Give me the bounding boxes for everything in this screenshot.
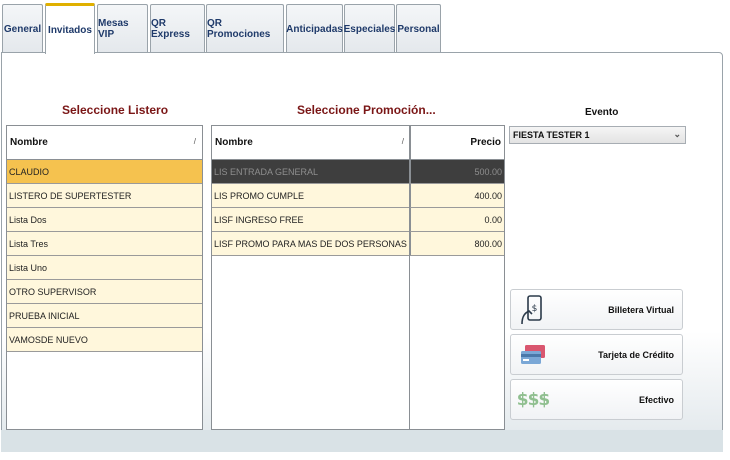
efectivo-button[interactable]: $$$ Efectivo bbox=[510, 379, 683, 420]
promocion-nombre-cell: LIS ENTRADA GENERAL bbox=[214, 166, 319, 177]
listero-cell: Lista Uno bbox=[9, 262, 48, 273]
cash-glyph: $$$ bbox=[516, 389, 550, 410]
tab-especiales[interactable]: Especiales bbox=[344, 4, 395, 53]
tarjeta-credito-label: Tarjeta de Crédito bbox=[598, 349, 674, 360]
billetera-virtual-button[interactable]: $ Billetera Virtual bbox=[510, 289, 683, 330]
promocion-title: Seleccione Promoción... bbox=[297, 103, 436, 117]
promocion-row[interactable]: LISF PROMO PARA MAS DE DOS PERSONAS 800.… bbox=[212, 232, 504, 256]
promocion-nombre-cell: LISF PROMO PARA MAS DE DOS PERSONAS bbox=[214, 238, 407, 249]
promocion-row[interactable]: LISF INGRESO FREE 0.00 bbox=[212, 208, 504, 232]
listero-row[interactable]: VAMOSDE NUEVO bbox=[7, 328, 202, 352]
promocion-precio-cell: 800.00 bbox=[410, 232, 504, 255]
column-header-nombre[interactable]: Nombre / bbox=[7, 126, 202, 159]
listero-cell: PRUEBA INICIAL bbox=[9, 310, 80, 321]
phone-payment-icon: $ bbox=[515, 293, 551, 327]
listero-cell: VAMOSDE NUEVO bbox=[9, 334, 88, 345]
listero-cell: OTRO SUPERVISOR bbox=[9, 286, 97, 297]
credit-card-icon bbox=[515, 338, 551, 372]
chevron-down-icon: ⌄ bbox=[673, 129, 681, 139]
promocion-grid: Nombre / Precio LIS ENTRADA GENERAL 500.… bbox=[211, 125, 505, 430]
cash-icon: $$$ bbox=[515, 383, 551, 417]
column-header-nombre[interactable]: Nombre / bbox=[212, 126, 410, 159]
listero-row[interactable]: PRUEBA INICIAL bbox=[7, 304, 202, 328]
promocion-precio-cell: 0.00 bbox=[410, 208, 504, 231]
tab-invitados[interactable]: Invitados bbox=[45, 3, 95, 54]
promocion-grid-header: Nombre / Precio bbox=[212, 126, 504, 160]
evento-selected-value: FIESTA TESTER 1 bbox=[513, 130, 590, 140]
tab-personal[interactable]: Personal bbox=[396, 4, 441, 53]
promocion-precio-cell: 400.00 bbox=[410, 184, 504, 207]
listero-grid-header: Nombre / bbox=[7, 126, 202, 160]
promocion-precio-cell: 500.00 bbox=[410, 160, 504, 183]
listero-row[interactable]: LISTERO DE SUPERTESTER bbox=[7, 184, 202, 208]
listero-row[interactable]: OTRO SUPERVISOR bbox=[7, 280, 202, 304]
listero-cell: Lista Dos bbox=[9, 214, 47, 225]
column-header-label: Nombre bbox=[215, 137, 253, 148]
tab-mesas-vip[interactable]: Mesas VIP bbox=[97, 4, 148, 53]
efectivo-label: Efectivo bbox=[638, 394, 674, 405]
listero-title: Seleccione Listero bbox=[62, 103, 169, 117]
tab-anticipadas[interactable]: Anticipadas bbox=[286, 4, 343, 53]
listero-cell: Lista Tres bbox=[9, 238, 49, 249]
listero-cell: CLAUDIO bbox=[9, 166, 50, 177]
listero-row[interactable]: Lista Dos bbox=[7, 208, 202, 232]
tab-qr-promociones[interactable]: QR Promociones bbox=[206, 4, 284, 53]
tab-general[interactable]: General bbox=[2, 4, 43, 53]
promocion-nombre-cell: LIS PROMO CUMPLE bbox=[214, 190, 305, 201]
sort-icon: / bbox=[193, 137, 196, 146]
billetera-virtual-label: Billetera Virtual bbox=[608, 304, 674, 315]
svg-text:$: $ bbox=[532, 304, 538, 314]
column-header-precio[interactable]: Precio bbox=[410, 126, 504, 159]
listero-row[interactable]: Lista Uno bbox=[7, 256, 202, 280]
listero-grid: Nombre / CLAUDIO LISTERO DE SUPERTESTER … bbox=[6, 125, 203, 430]
promocion-nombre-cell: LISF INGRESO FREE bbox=[214, 214, 304, 225]
promocion-row[interactable]: LIS PROMO CUMPLE 400.00 bbox=[212, 184, 504, 208]
column-header-label: Precio bbox=[470, 137, 501, 148]
column-divider bbox=[409, 126, 410, 429]
evento-select[interactable]: FIESTA TESTER 1 ⌄ bbox=[509, 126, 686, 144]
listero-row[interactable]: Lista Tres bbox=[7, 232, 202, 256]
evento-label: Evento bbox=[585, 107, 619, 118]
tarjeta-credito-button[interactable]: Tarjeta de Crédito bbox=[510, 334, 683, 375]
tab-qr-express[interactable]: QR Express bbox=[150, 4, 205, 53]
listero-cell: LISTERO DE SUPERTESTER bbox=[9, 190, 132, 201]
bottom-bar bbox=[1, 430, 723, 452]
column-header-label: Nombre bbox=[10, 137, 48, 148]
promocion-row[interactable]: LIS ENTRADA GENERAL 500.00 bbox=[212, 160, 504, 184]
sort-icon: / bbox=[401, 137, 404, 146]
listero-row[interactable]: CLAUDIO bbox=[7, 160, 202, 184]
